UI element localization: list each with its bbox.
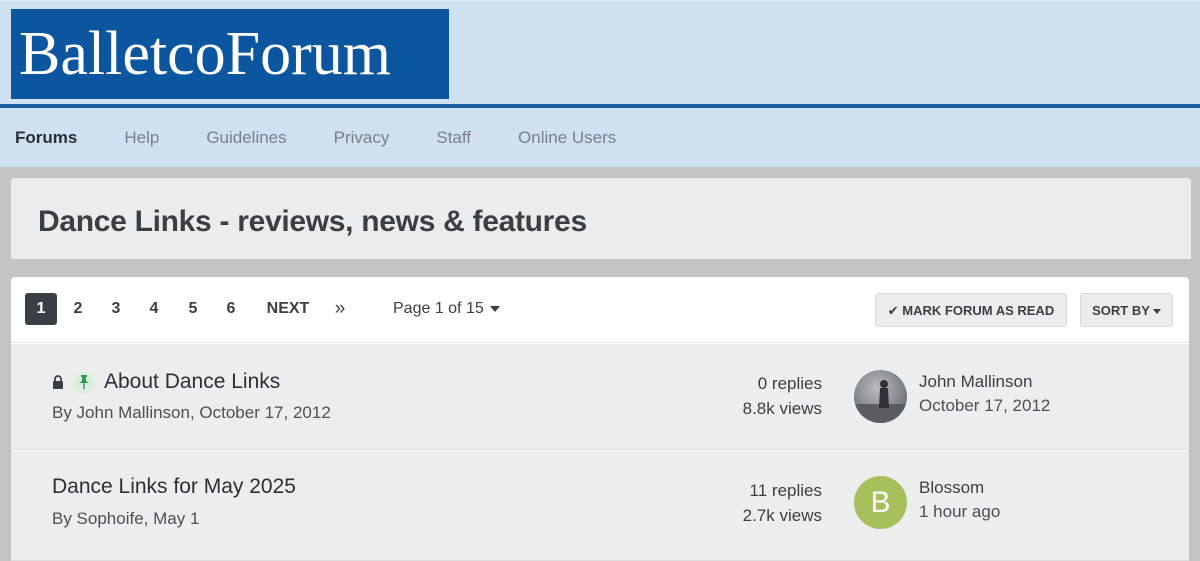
pin-icon	[79, 375, 89, 389]
nav-forums[interactable]: Forums	[15, 128, 77, 148]
topic-title-link[interactable]: About Dance Links	[104, 370, 280, 394]
last-post-info: Blossom 1 hour ago	[919, 476, 1000, 524]
topic-stats: 0 replies 8.8k views	[682, 371, 822, 421]
reply-count: 11 replies	[749, 481, 822, 500]
page-jump-dropdown[interactable]: Page 1 of 15	[393, 293, 500, 325]
page-info-text: Page 1 of 15	[393, 300, 484, 317]
avatar-letter: B	[870, 485, 891, 519]
nav-help[interactable]: Help	[124, 128, 159, 148]
logo-text: BalletcoForum	[19, 20, 391, 88]
page-title: Dance Links - reviews, news & features	[38, 205, 587, 238]
main-nav: Forums Help Guidelines Privacy Staff Onl…	[0, 108, 1200, 167]
nav-online-users[interactable]: Online Users	[518, 128, 616, 148]
next-page-button[interactable]: NEXT	[263, 293, 313, 325]
pagination-bar: 1 2 3 4 5 6 NEXT » Page 1 of 15 ✔ MARK F…	[11, 277, 1189, 343]
site-header: BalletcoForum	[0, 0, 1200, 104]
chevron-down-icon	[1152, 309, 1161, 315]
person-silhouette-icon	[854, 380, 907, 423]
last-poster-link[interactable]: John Mallinson	[919, 370, 1050, 394]
topic-list: 1 2 3 4 5 6 NEXT » Page 1 of 15 ✔ MARK F…	[11, 277, 1189, 561]
avatar[interactable]	[854, 370, 907, 423]
view-count: 8.8k views	[742, 399, 822, 418]
pin-icon-wrap	[73, 371, 95, 393]
topic-meta: By John Mallinson, October 17, 2012	[52, 403, 331, 422]
forum-header: Dance Links - reviews, news & features	[11, 178, 1191, 259]
sort-by-button[interactable]: SORT BY	[1080, 293, 1173, 327]
last-page-button[interactable]: »	[331, 293, 349, 325]
last-poster-link[interactable]: Blossom	[919, 476, 1000, 500]
topic-stats: 11 replies 2.7k views	[682, 478, 822, 528]
site-logo[interactable]: BalletcoForum	[11, 9, 449, 99]
nav-guidelines[interactable]: Guidelines	[206, 128, 286, 148]
topic-row: About Dance Links By John Mallinson, Oct…	[11, 344, 1189, 450]
view-count: 2.7k views	[742, 506, 822, 525]
nav-staff[interactable]: Staff	[436, 128, 471, 148]
last-post-time[interactable]: October 17, 2012	[919, 394, 1050, 418]
mark-forum-read-button[interactable]: ✔ MARK FORUM AS READ	[875, 293, 1067, 327]
page-4-button[interactable]: 4	[145, 293, 163, 325]
page-6-button[interactable]: 6	[222, 293, 240, 325]
reply-count: 0 replies	[757, 374, 822, 393]
sort-by-label: SORT BY	[1092, 303, 1150, 318]
nav-privacy[interactable]: Privacy	[334, 128, 390, 148]
last-post-time[interactable]: 1 hour ago	[919, 500, 1000, 524]
chevron-down-icon	[489, 305, 500, 312]
page-2-button[interactable]: 2	[69, 293, 87, 325]
last-post-info: John Mallinson October 17, 2012	[919, 370, 1050, 418]
lock-icon	[53, 375, 63, 389]
topic-row: Dance Links for May 2025 By Sophoife, Ma…	[11, 451, 1189, 561]
page-5-button[interactable]: 5	[184, 293, 202, 325]
avatar[interactable]: B	[854, 476, 907, 529]
page-1-button[interactable]: 1	[25, 293, 57, 325]
topic-status-icons: About Dance Links	[52, 370, 280, 394]
topic-meta: By Sophoife, May 1	[52, 509, 200, 528]
topic-title-link[interactable]: Dance Links for May 2025	[52, 475, 296, 499]
page-3-button[interactable]: 3	[107, 293, 125, 325]
